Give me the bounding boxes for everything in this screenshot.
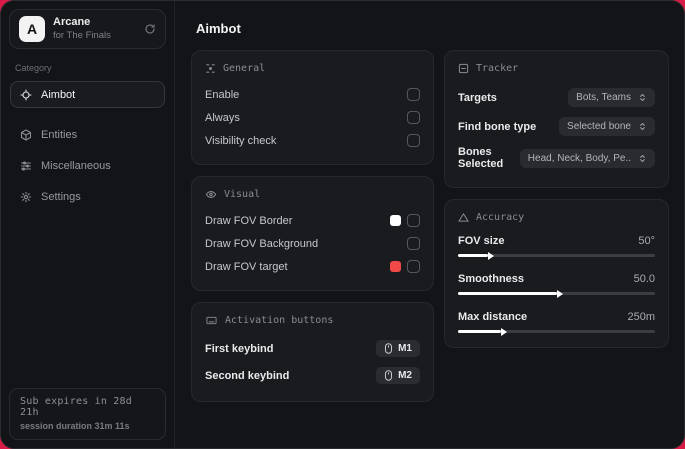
- gear-icon: [20, 191, 32, 203]
- mouse-icon: [384, 370, 393, 381]
- find-bone-type-dropdown[interactable]: Selected bone: [559, 117, 655, 136]
- fov-target-color-swatch[interactable]: [390, 261, 401, 272]
- dropdown-label: Find bone type: [458, 120, 537, 133]
- slider-label: Max distance: [458, 311, 528, 323]
- dropdown-label: Bones Selected: [458, 146, 504, 170]
- bones-selected-dropdown[interactable]: Head, Neck, Body, Pe..: [519, 148, 655, 168]
- main-content: Aimbot General Enable Always Visibility …: [175, 1, 684, 448]
- chevron-updown-icon: [638, 92, 647, 103]
- visual-card: Visual Draw FOV Border Draw FOV Backgrou…: [191, 176, 434, 291]
- second-keybind-button[interactable]: M2: [376, 367, 420, 384]
- card-title: Accuracy: [476, 212, 525, 223]
- slider-label: FOV size: [458, 235, 505, 247]
- dropdown-value: Selected bone: [567, 121, 631, 132]
- page-title: Aimbot: [196, 21, 241, 36]
- toggle-label: Draw FOV target: [205, 260, 288, 273]
- slider-label: Smoothness: [458, 273, 525, 285]
- toggle-row: Visibility check: [205, 129, 420, 152]
- chevron-updown-icon: [638, 121, 647, 132]
- sidebar-item-entities[interactable]: Entities: [10, 121, 165, 148]
- crosshair-icon: [20, 88, 32, 101]
- chevron-updown-icon: [638, 153, 647, 164]
- keybind-row: First keybind M1: [205, 335, 420, 362]
- triangle-icon: [458, 212, 469, 223]
- accuracy-card: Accuracy FOV size 50° Smoothness 50.0 Ma…: [444, 199, 669, 348]
- sidebar: A Arcane for The Finals Category Aimbot …: [1, 1, 175, 448]
- toggle-label: Draw FOV Background: [205, 237, 319, 250]
- targets-dropdown[interactable]: Bots, Teams: [568, 88, 655, 107]
- sidebar-item-label: Settings: [41, 190, 81, 203]
- general-icon: [205, 63, 216, 74]
- dropdown-value: Head, Neck, Body, Pe..: [527, 152, 631, 164]
- slider-value: 50.0: [633, 273, 655, 285]
- first-keybind-button[interactable]: M1: [376, 340, 420, 357]
- toggle-row: Draw FOV target: [205, 255, 420, 278]
- slider-value: 250m: [627, 311, 655, 323]
- entities-icon: [20, 128, 32, 141]
- sidebar-item-settings[interactable]: Settings: [10, 183, 165, 210]
- always-checkbox[interactable]: [407, 111, 420, 124]
- card-title: Visual: [224, 189, 261, 200]
- toggle-row: Draw FOV Background: [205, 232, 420, 255]
- visibility-check-checkbox[interactable]: [407, 134, 420, 147]
- keybind-value: M1: [398, 343, 412, 354]
- keybind-row: Second keybind M2: [205, 362, 420, 389]
- toggle-row: Draw FOV Border: [205, 209, 420, 232]
- mouse-icon: [384, 343, 393, 354]
- slider-group: FOV size 50°: [458, 232, 655, 257]
- slider-group: Max distance 250m: [458, 308, 655, 333]
- sidebar-item-label: Aimbot: [41, 88, 76, 101]
- card-title: Activation buttons: [225, 315, 334, 326]
- sub-expiry-text: Sub expires in 28d 21h: [20, 396, 132, 418]
- sidebar-item-miscellaneous[interactable]: Miscellaneous: [10, 152, 165, 179]
- sync-icon[interactable]: [144, 23, 156, 35]
- smoothness-slider[interactable]: [458, 292, 655, 295]
- dropdown-value: Bots, Teams: [576, 92, 631, 103]
- general-card: General Enable Always Visibility check: [191, 50, 434, 165]
- brand-logo: A: [19, 16, 45, 42]
- draw-fov-target-checkbox[interactable]: [407, 260, 420, 273]
- dropdown-label: Targets: [458, 91, 497, 104]
- keyboard-icon: [205, 315, 218, 326]
- brand-subtitle: for The Finals: [53, 29, 111, 41]
- dropdown-row: Targets Bots, Teams: [458, 83, 655, 112]
- toggle-label: Always: [205, 111, 240, 124]
- session-duration-text: session duration 31m 11s: [20, 421, 130, 431]
- dropdown-row: Find bone type Selected bone: [458, 112, 655, 141]
- sliders-icon: [20, 160, 32, 172]
- eye-icon: [205, 189, 217, 200]
- category-label: Category: [15, 63, 52, 73]
- activation-card: Activation buttons First keybind M1 Seco…: [191, 302, 434, 402]
- keybind-label: First keybind: [205, 342, 274, 355]
- enable-checkbox[interactable]: [407, 88, 420, 101]
- keybind-value: M2: [398, 370, 412, 381]
- desktop-background: A Arcane for The Finals Category Aimbot …: [0, 0, 685, 449]
- toggle-row: Enable: [205, 83, 420, 106]
- dropdown-row: Bones Selected Head, Neck, Body, Pe..: [458, 141, 655, 175]
- toggle-label: Enable: [205, 88, 240, 101]
- brand-card: A Arcane for The Finals: [9, 9, 166, 49]
- tracker-card: Tracker Targets Bots, Teams Find bone ty…: [444, 50, 669, 188]
- draw-fov-border-checkbox[interactable]: [407, 214, 420, 227]
- fov-border-color-swatch[interactable]: [390, 215, 401, 226]
- sidebar-item-aimbot[interactable]: Aimbot: [10, 81, 165, 108]
- keybind-label: Second keybind: [205, 369, 290, 382]
- app-window: A Arcane for The Finals Category Aimbot …: [0, 0, 685, 449]
- toggle-label: Visibility check: [205, 134, 277, 147]
- brand-name: Arcane: [53, 16, 91, 29]
- toggle-label: Draw FOV Border: [205, 214, 293, 227]
- slider-value: 50°: [638, 235, 655, 247]
- card-title: General: [223, 63, 266, 74]
- card-title: Tracker: [476, 63, 519, 74]
- fov-size-slider[interactable]: [458, 254, 655, 257]
- toggle-row: Always: [205, 106, 420, 129]
- tracker-icon: [458, 63, 469, 74]
- max-distance-slider[interactable]: [458, 330, 655, 333]
- slider-group: Smoothness 50.0: [458, 270, 655, 295]
- subscription-info: Sub expires in 28d 21h session duration …: [9, 388, 166, 440]
- draw-fov-background-checkbox[interactable]: [407, 237, 420, 250]
- sidebar-item-label: Miscellaneous: [41, 159, 111, 172]
- sidebar-item-label: Entities: [41, 128, 78, 141]
